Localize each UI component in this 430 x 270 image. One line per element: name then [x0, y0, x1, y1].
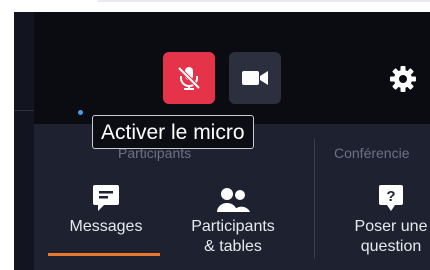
settings-button[interactable] — [386, 62, 420, 96]
status-dot — [78, 110, 83, 115]
tab-question-label-line1: Poser une — [354, 218, 428, 235]
tab-ask-question[interactable]: ? Poser une question — [332, 177, 430, 257]
svg-text:?: ? — [386, 188, 395, 205]
tab-participants-label-line1: Participants — [191, 218, 275, 235]
active-tab-underline — [48, 253, 160, 256]
app-window: Participants Conférencie Messages Partic… — [14, 12, 430, 270]
mic-toggle-button[interactable] — [163, 52, 215, 104]
section-divider — [314, 139, 315, 259]
tab-participants-tables[interactable]: Participants & tables — [174, 177, 292, 257]
tab-participants-label-line2: & tables — [204, 238, 262, 255]
camera-toggle-button[interactable] — [229, 52, 281, 104]
left-strip-divider — [14, 110, 34, 111]
tab-messages[interactable]: Messages — [56, 177, 156, 237]
top-edge-line — [98, 0, 430, 2]
question-bubble-icon: ? — [379, 185, 403, 211]
tab-messages-label: Messages — [69, 218, 143, 235]
chat-icon — [93, 185, 119, 211]
gear-icon — [390, 66, 416, 92]
tab-question-label-line2: question — [360, 238, 422, 255]
people-icon — [217, 188, 250, 212]
video-camera-icon — [242, 71, 268, 85]
mic-tooltip: Activer le micro — [92, 115, 254, 149]
section-label-conference: Conférencie — [334, 145, 410, 161]
microphone-muted-icon — [177, 66, 201, 90]
left-strip — [14, 12, 34, 270]
